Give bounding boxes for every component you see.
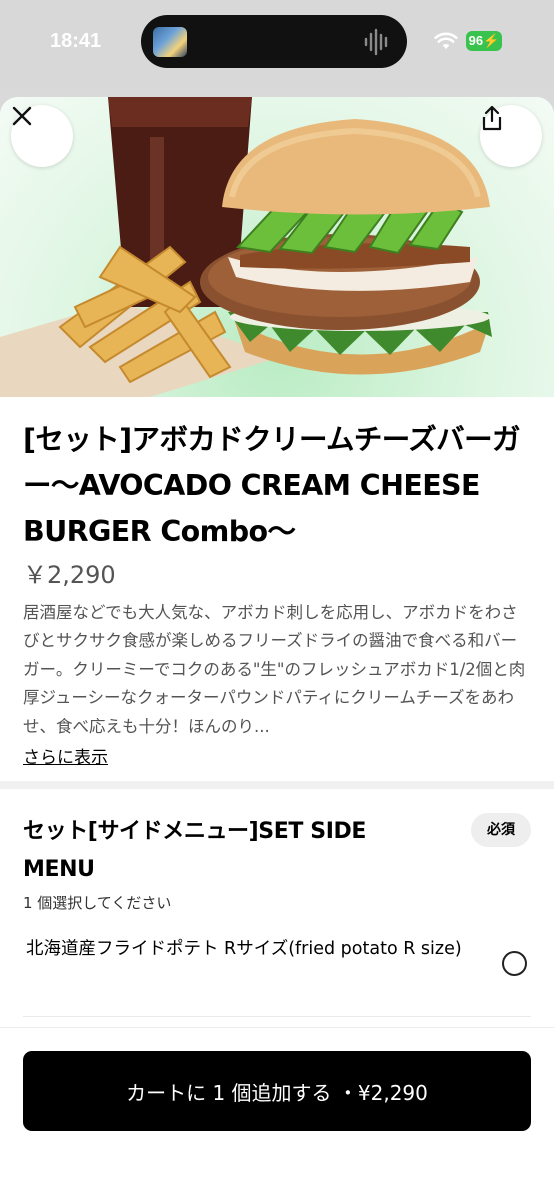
footer-bar: カートに 1 個追加する ・¥2,290 — [0, 1027, 554, 1200]
side-menu-section-title: セット[サイドメニュー]SET SIDE MENU — [23, 819, 366, 882]
close-button[interactable] — [11, 105, 73, 167]
section-divider — [0, 781, 554, 789]
close-icon — [12, 106, 32, 126]
audio-waveform-icon — [364, 28, 388, 56]
option-fried-potato[interactable]: 北海道産フライドポテト Rサイズ(fried potato R size) — [23, 931, 531, 1017]
required-badge: 必須 — [471, 813, 531, 847]
product-price: ￥2,290 — [23, 561, 116, 589]
product-title: [セット]アボカドクリームチーズバーガー〜AVOCADO CREAM CHEES… — [23, 423, 520, 548]
add-to-cart-button[interactable]: カートに 1 個追加する ・¥2,290 — [23, 1051, 531, 1131]
status-bar: 18:41 96⚡ — [0, 0, 554, 88]
media-thumbnail-icon — [153, 27, 187, 57]
dynamic-island[interactable] — [141, 15, 407, 68]
share-icon — [482, 105, 502, 131]
battery-level: 96 — [468, 33, 484, 48]
radio-button[interactable] — [502, 951, 527, 976]
wifi-icon — [434, 32, 458, 49]
selection-instruction: 1 個選択してください — [23, 894, 172, 912]
show-more-link[interactable]: さらに表示 — [23, 743, 108, 768]
product-image — [0, 97, 554, 397]
product-description: 居酒屋などでも大人気な、アボカド刺しを応用し、アボカドをわさびとサクサク食感が楽… — [23, 603, 526, 736]
product-sheet: [セット]アボカドクリームチーズバーガー〜AVOCADO CREAM CHEES… — [0, 97, 554, 1200]
share-button[interactable] — [480, 105, 542, 167]
burger-combo-illustration — [0, 97, 492, 397]
option-label: 北海道産フライドポテト Rサイズ(fried potato R size) — [26, 939, 462, 959]
status-time: 18:41 — [50, 30, 102, 52]
battery-charging-icon: 96⚡ — [466, 31, 502, 51]
